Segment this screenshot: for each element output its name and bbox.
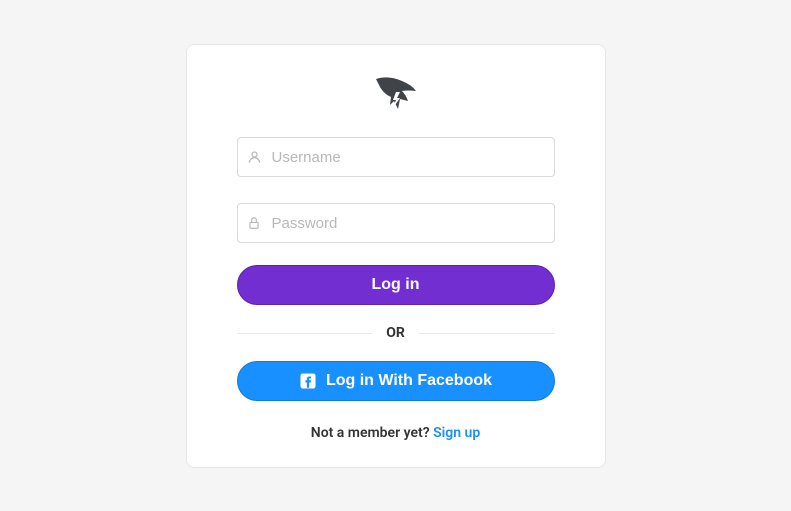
divider-text: OR [372,325,419,341]
facebook-button-label: Log in With Facebook [326,372,492,390]
username-field-wrap [237,137,555,177]
signup-prompt: Not a member yet? Sign up [311,425,480,441]
login-card: Log in OR Log in With Facebook Not a mem… [186,44,606,468]
divider-line-left [237,333,373,334]
lock-icon [247,216,261,230]
facebook-login-button[interactable]: Log in With Facebook [237,361,555,401]
user-icon [247,150,262,165]
signup-prompt-text: Not a member yet? [311,425,433,441]
password-field-wrap [237,203,555,243]
divider-line-right [419,333,555,334]
signup-link[interactable]: Sign up [433,425,480,441]
login-button[interactable]: Log in [237,265,555,305]
username-input[interactable] [237,137,555,177]
password-input[interactable] [237,203,555,243]
divider: OR [237,325,555,341]
facebook-icon [299,372,317,390]
app-logo-icon [374,75,418,119]
